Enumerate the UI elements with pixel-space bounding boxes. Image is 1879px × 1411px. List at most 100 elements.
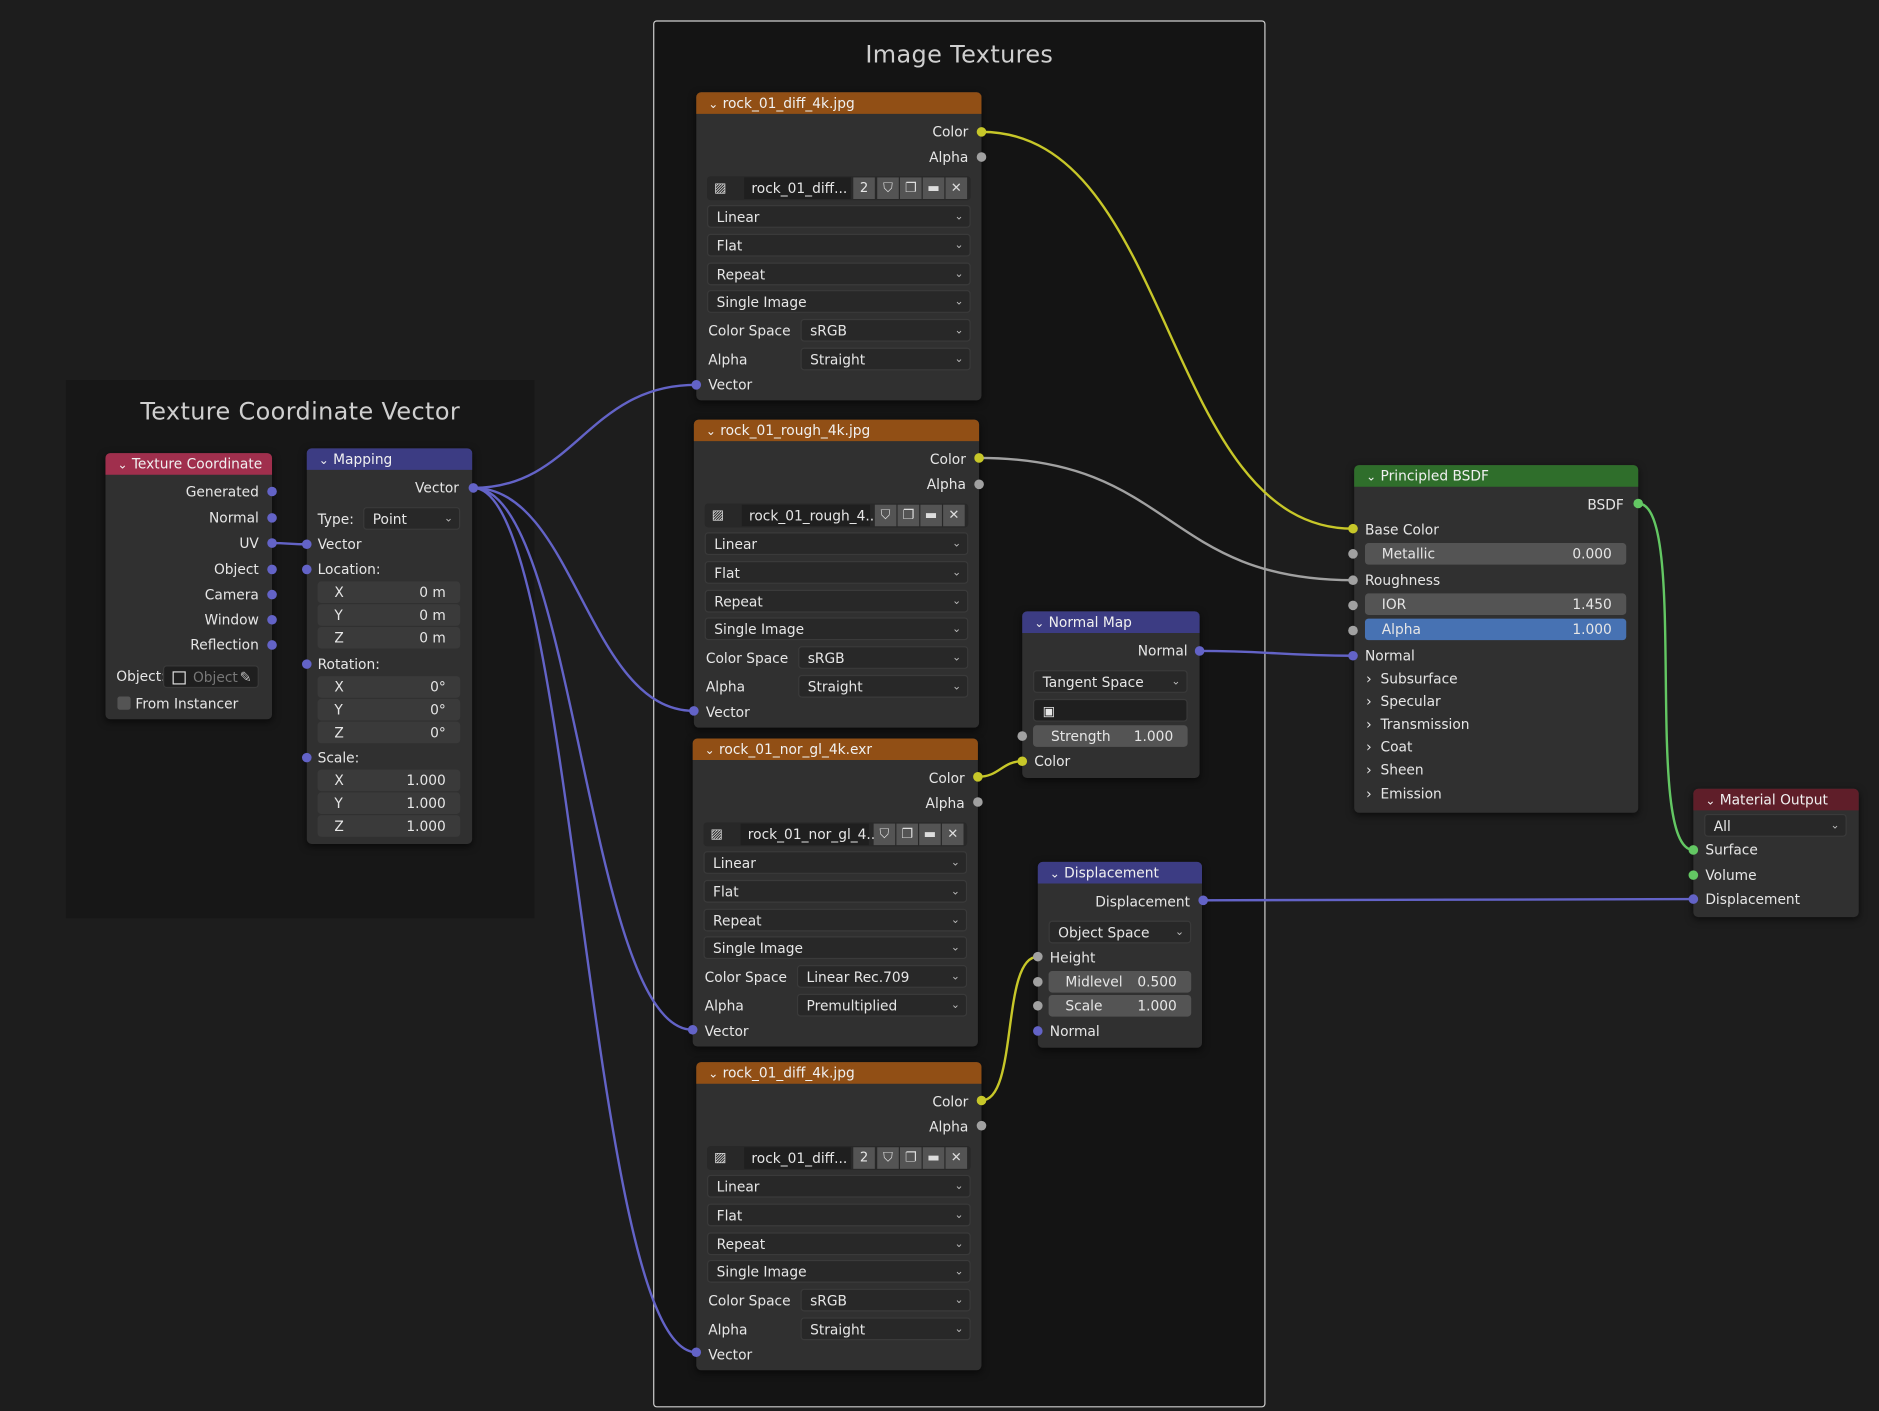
extension-dropdown[interactable]: Repeat ⌄ [707, 1232, 971, 1256]
close-icon[interactable]: ✕ [945, 1147, 968, 1169]
color-space-dropdown[interactable]: sRGB ⌄ [800, 1288, 971, 1312]
alpha-mode-dropdown[interactable]: Premultiplied ⌄ [796, 993, 968, 1017]
image-texture-node[interactable]: ⌄ rock_01_diff_4k.jpg Color Alpha ▨ rock_01_d… [696, 92, 982, 401]
socket[interactable] [301, 659, 312, 669]
panel-emission[interactable]: › Emission [1366, 784, 1442, 803]
color-space-dropdown[interactable]: sRGB ⌄ [800, 318, 971, 342]
interpolation-dropdown[interactable]: Linear ⌄ [703, 851, 968, 874]
chevron-down-icon[interactable]: ⌄ [1705, 791, 1719, 813]
chevron-down-icon[interactable]: ⌄ [1366, 468, 1380, 490]
ior-field[interactable]: IOR 1.450 [1364, 593, 1627, 615]
alpha-mode-dropdown[interactable]: Straight ⌄ [800, 1317, 971, 1341]
socket[interactable] [973, 772, 983, 782]
duplicate-icon[interactable]: ❐ [897, 504, 920, 527]
interpolation-dropdown[interactable]: Linear ⌄ [707, 1174, 971, 1198]
source-dropdown[interactable]: Single Image ⌄ [707, 1259, 971, 1283]
socket[interactable] [1033, 951, 1043, 962]
location-y-field[interactable]: Y0 m [317, 604, 461, 626]
principled-bsdf-node[interactable]: ⌄ Principled BSDF BSDF Base Color Metalli… [1354, 465, 1639, 813]
socket[interactable] [1688, 845, 1699, 855]
image-name-field[interactable]: rock_01_diff... [744, 177, 851, 200]
socket[interactable] [301, 564, 312, 575]
socket[interactable] [267, 589, 277, 600]
node-header[interactable]: ⌄ Principled BSDF [1354, 465, 1639, 490]
displacement-node[interactable]: ⌄ Displacement Displacement Object Space ⌄… [1037, 861, 1202, 1048]
open-folder-icon[interactable]: ▬ [919, 823, 941, 846]
image-name-field[interactable]: rock_01_rough_4... [741, 504, 879, 527]
socket[interactable] [1194, 646, 1205, 656]
duplicate-icon[interactable]: ❐ [899, 177, 922, 200]
socket[interactable] [267, 513, 277, 523]
socket[interactable] [976, 1095, 987, 1106]
scale-x-field[interactable]: X 1.000 [317, 769, 461, 792]
fake-user-shield-icon[interactable]: ⛉ [877, 177, 899, 200]
panel-transmission[interactable]: › Transmission [1366, 714, 1469, 733]
socket[interactable] [267, 640, 277, 650]
texture-coordinate-node[interactable]: ⌄ Texture Coordinate Generated Normal UV … [105, 453, 273, 720]
socket[interactable] [267, 564, 277, 575]
close-icon[interactable]: ✕ [941, 823, 964, 846]
rotation-z-field[interactable]: Z 0° [317, 721, 461, 744]
alpha-mode-dropdown[interactable]: Straight ⌄ [798, 674, 969, 698]
from-instancer-checkbox[interactable] [117, 696, 131, 710]
panel-subsurface[interactable]: › Subsurface [1366, 669, 1457, 688]
socket[interactable] [301, 752, 312, 763]
chevron-down-icon[interactable]: ⌄ [705, 741, 719, 763]
image-selector[interactable]: ▨ rock_01_rough_4... ⛉ ❐ ▬ ✕ [704, 503, 969, 528]
users-count[interactable]: 2 [853, 177, 875, 200]
image-icon[interactable]: ▨ [712, 1150, 729, 1167]
mapping-node[interactable]: ⌄ Mapping Vector Type: Point ⌄ Vector Loca… [306, 448, 473, 844]
extension-dropdown[interactable]: Repeat ⌄ [704, 589, 969, 613]
socket[interactable] [974, 479, 984, 490]
image-icon[interactable]: ▨ [709, 507, 726, 524]
node-header[interactable]: ⌄ Normal Map [1022, 611, 1200, 633]
alpha-field[interactable]: Alpha 1.000 [1364, 618, 1627, 641]
socket[interactable] [973, 797, 983, 807]
socket[interactable] [1348, 600, 1358, 611]
socket[interactable] [1033, 1026, 1043, 1036]
interpolation-dropdown[interactable]: Linear ⌄ [704, 532, 969, 556]
eyedropper-icon[interactable]: ✎ [240, 667, 252, 690]
socket[interactable] [1348, 625, 1358, 636]
metallic-field[interactable]: Metallic 0.000 [1364, 543, 1627, 565]
material-output-node[interactable]: ⌄ Material Output All ⌄ Surface Volume Dis… [1693, 788, 1859, 918]
rotation-x-field[interactable]: X 0° [317, 676, 461, 698]
socket[interactable] [267, 486, 277, 497]
target-dropdown[interactable]: All ⌄ [1704, 813, 1847, 837]
normal-map-node[interactable]: ⌄ Normal Map Normal Tangent Space ⌄ ▣ Stre… [1022, 611, 1200, 779]
socket[interactable] [1017, 756, 1028, 767]
socket[interactable] [1348, 650, 1358, 661]
scale-y-field[interactable]: Y 1.000 [317, 792, 461, 814]
duplicate-icon[interactable]: ❐ [896, 823, 918, 846]
node-header[interactable]: ⌄ rock_01_rough_4k.jpg [693, 419, 980, 444]
chevron-down-icon[interactable]: ⌄ [1050, 864, 1064, 886]
location-x-field[interactable]: X0 m [317, 581, 461, 603]
interpolation-dropdown[interactable]: Linear ⌄ [707, 204, 971, 228]
socket[interactable] [974, 453, 984, 463]
open-folder-icon[interactable]: ▬ [922, 1147, 945, 1169]
node-header[interactable]: ⌄ Material Output [1693, 788, 1859, 813]
node-header[interactable]: ⌄ Displacement [1037, 861, 1202, 886]
socket[interactable] [691, 1347, 702, 1358]
chevron-down-icon[interactable]: ⌄ [706, 422, 720, 444]
uv-map-picker[interactable]: ▣ [1033, 698, 1188, 722]
socket[interactable] [1688, 894, 1699, 904]
scale-field[interactable]: Scale 1.000 [1048, 995, 1192, 1017]
socket[interactable] [1348, 523, 1358, 534]
location-z-field[interactable]: Z0 m [317, 626, 461, 649]
close-icon[interactable]: ✕ [943, 504, 965, 527]
scale-z-field[interactable]: Z 1.000 [317, 815, 461, 837]
close-icon[interactable]: ✕ [945, 177, 968, 200]
node-header[interactable]: ⌄ rock_01_diff_4k.jpg [696, 1062, 982, 1087]
image-texture-node[interactable]: ⌄ rock_01_rough_4k.jpg Color Alpha ▨ rock_01_… [693, 419, 980, 728]
panel-specular[interactable]: › Specular [1366, 692, 1441, 711]
chevron-down-icon[interactable]: ⌄ [708, 1065, 722, 1087]
extension-dropdown[interactable]: Repeat ⌄ [707, 262, 971, 286]
alpha-mode-dropdown[interactable]: Straight ⌄ [800, 347, 971, 371]
image-texture-node[interactable]: ⌄ rock_01_nor_gl_4k.exr Color Alpha ▨ rock_01… [692, 738, 978, 1047]
extension-dropdown[interactable]: Repeat ⌄ [703, 908, 968, 932]
image-name-field[interactable]: rock_01_diff... [744, 1147, 851, 1169]
image-selector[interactable]: ▨ rock_01_nor_gl_4... ⛉ ❐ ▬ ✕ [703, 822, 968, 847]
socket[interactable] [976, 127, 987, 137]
socket[interactable] [1688, 870, 1699, 880]
